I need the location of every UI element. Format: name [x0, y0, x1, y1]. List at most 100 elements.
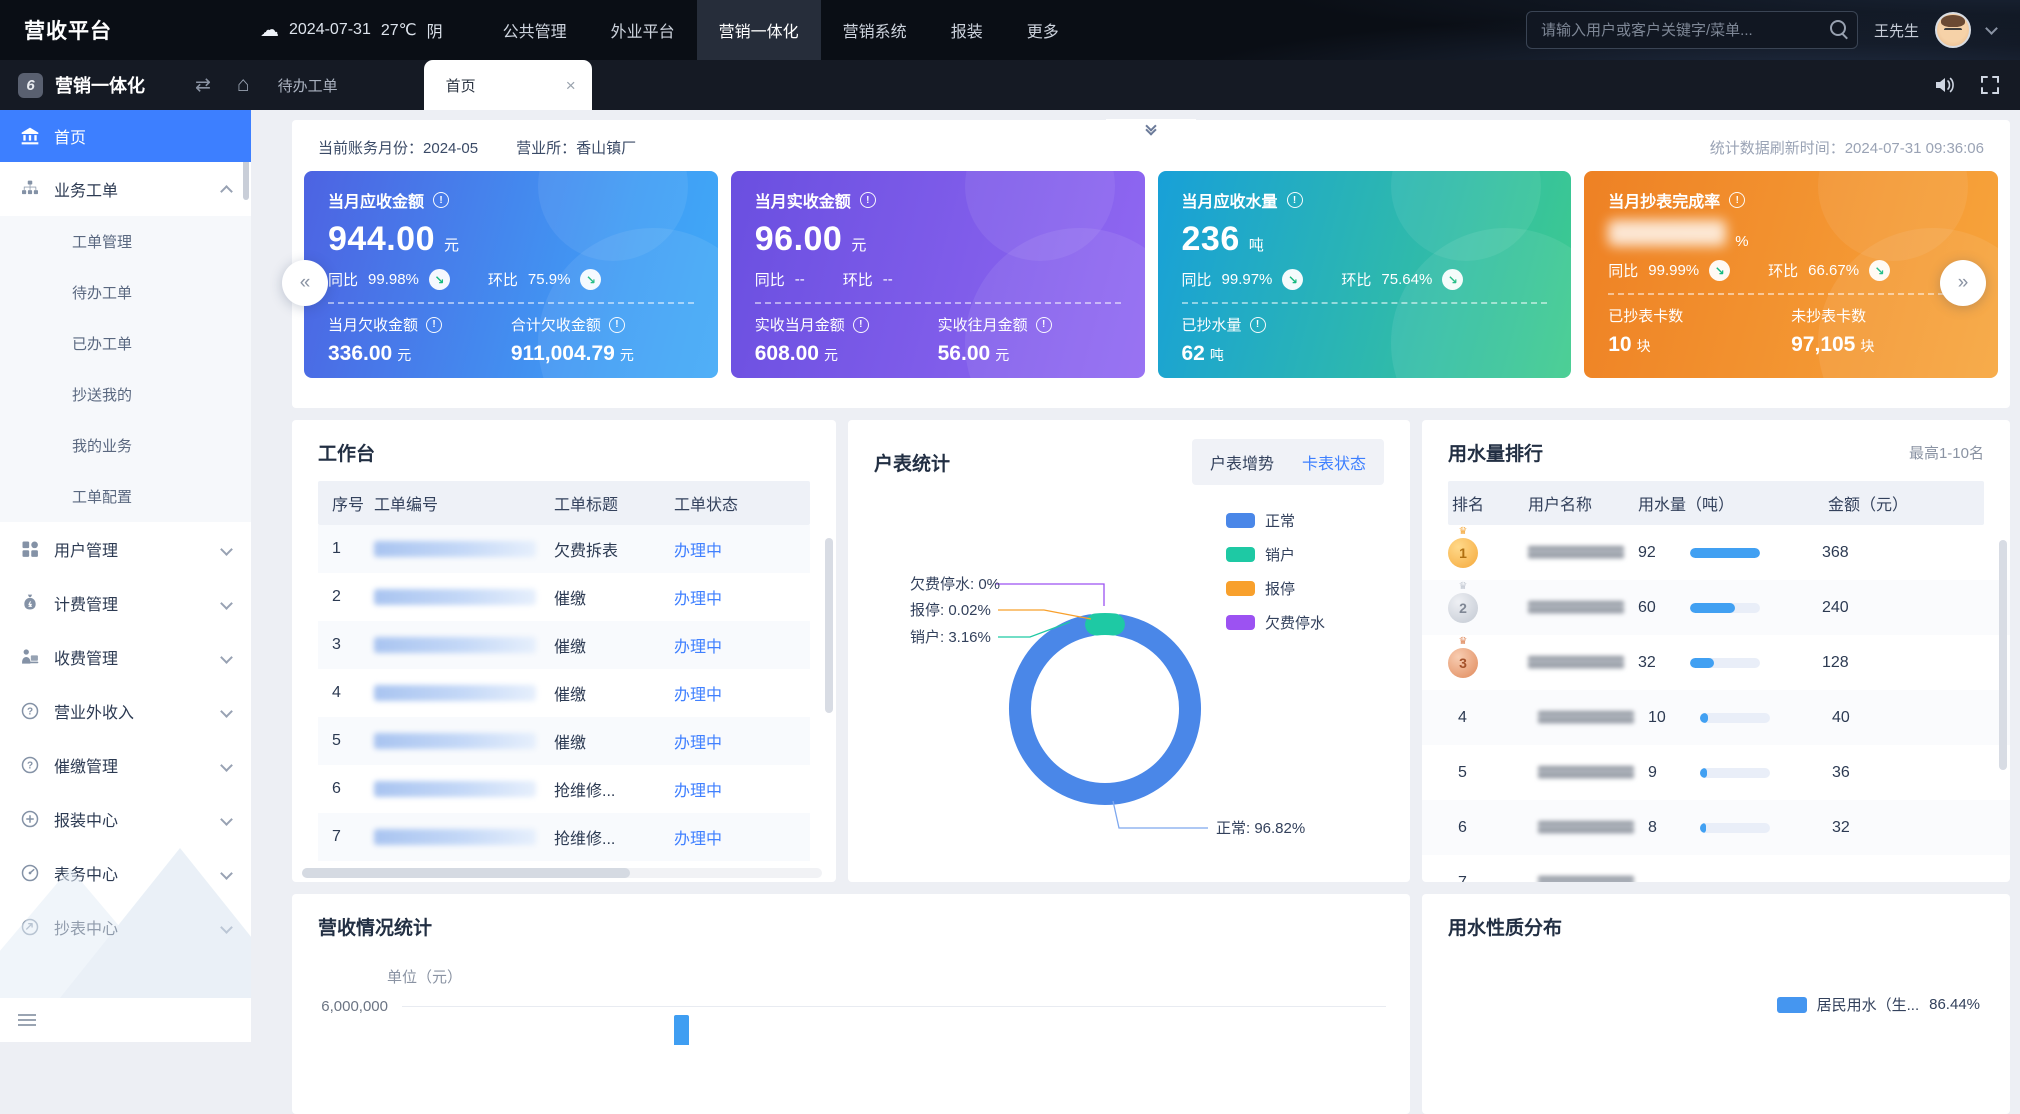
info-icon[interactable]: !	[1250, 317, 1266, 333]
workorder-no-redacted	[374, 685, 554, 701]
water-usage-ranking-panel: 用水量排行 最高1-10名 排名 用户名称 用水量（吨） 金额（元） ♛1 92…	[1422, 420, 2010, 882]
sidebar-item-label: 表务中心	[54, 861, 118, 885]
axis-unit-label: 单位（元）	[387, 966, 462, 987]
weather-condition: 阴	[427, 18, 443, 42]
status-link[interactable]: 办理中	[674, 585, 784, 609]
collapse-menu-icon[interactable]	[18, 1014, 36, 1016]
ranking-row: ♛3 32 128	[1448, 635, 1984, 690]
legend-item-arrears-shutoff[interactable]: 欠费停水	[1226, 610, 1325, 634]
sidebar-subitem-done-orders[interactable]: 已办工单	[0, 318, 251, 369]
status-link[interactable]: 办理中	[674, 681, 784, 705]
nav-item-field-platform[interactable]: 外业平台	[589, 0, 697, 60]
sidebar-subitem-my-business[interactable]: 我的业务	[0, 420, 251, 471]
sidebar-item-meter-affairs-center[interactable]: 表务中心	[0, 846, 251, 900]
carousel-prev-button[interactable]: «	[282, 260, 328, 306]
workorder-row[interactable]: 5 催缴 办理中	[318, 717, 810, 765]
sidebar-subitem-cc-me[interactable]: 抄送我的	[0, 369, 251, 420]
workorder-row[interactable]: 4 催缴 办理中	[318, 669, 810, 717]
revenue-bar[interactable]	[674, 1015, 689, 1045]
nav-item-marketing-integration[interactable]: 营销一体化	[697, 0, 821, 60]
info-icon[interactable]: !	[433, 192, 449, 208]
user-name[interactable]: 王先生	[1874, 20, 1919, 41]
status-link[interactable]: 办理中	[674, 825, 784, 849]
callout-closed: 销户: 3.16%	[910, 629, 991, 646]
nav-item-install[interactable]: 报装	[929, 0, 1005, 60]
sidebar-item-non-operating-income[interactable]: ? 营业外收入	[0, 684, 251, 738]
panel-title: 用水量排行	[1448, 439, 1543, 466]
workbench-table-header: 序号 工单编号 工单标题 工单状态	[318, 481, 810, 525]
gauge-circle-icon	[20, 863, 40, 883]
status-link[interactable]: 办理中	[674, 777, 784, 801]
tab-meter-growth[interactable]: 户表增势	[1210, 450, 1274, 474]
info-icon[interactable]: !	[1036, 317, 1052, 333]
info-icon[interactable]: !	[1287, 192, 1303, 208]
speaker-icon[interactable]	[1934, 75, 1956, 95]
sidebar-item-collection-mgmt[interactable]: ? 催缴管理	[0, 738, 251, 792]
sidebar-item-billing-mgmt[interactable]: 计费管理	[0, 576, 251, 630]
search-input[interactable]	[1526, 11, 1858, 49]
business-office: 营业所：香山镇厂	[516, 137, 636, 158]
avatar[interactable]	[1935, 12, 1971, 48]
carousel-next-button[interactable]: »	[1940, 260, 1986, 306]
info-icon[interactable]: !	[426, 317, 442, 333]
status-link[interactable]: 办理中	[674, 537, 784, 561]
weather-date: 2024-07-31	[289, 21, 371, 39]
tab-card-meter-status[interactable]: 卡表状态	[1302, 450, 1366, 474]
workorder-row[interactable]: 6 抢维修... 办理中	[318, 765, 810, 813]
legend-item-residential-water[interactable]: 居民用水（生... 86.44%	[1777, 994, 1980, 1015]
sidebar-item-home[interactable]: 首页	[0, 110, 251, 162]
usage-bar	[1690, 548, 1788, 558]
legend-item-normal[interactable]: 正常	[1226, 508, 1325, 532]
sidebar-item-install-center[interactable]: 报装中心	[0, 792, 251, 846]
close-icon[interactable]: ×	[566, 77, 576, 94]
fullscreen-icon[interactable]	[1980, 75, 2000, 95]
meter-reading-circle-icon	[20, 917, 40, 937]
nav-item-public-mgmt[interactable]: 公共管理	[481, 0, 589, 60]
status-link[interactable]: 办理中	[674, 729, 784, 753]
nav-item-marketing-system[interactable]: 营销系统	[821, 0, 929, 60]
axis-tick: 6,000,000	[304, 998, 388, 1015]
workorder-row[interactable]: 7 抢维修... 办理中	[318, 813, 810, 861]
meter-stats-panel: 户表统计 户表增势 卡表状态 欠费停水: 0% 报停: 0.02% 销户: 3.…	[848, 420, 1410, 882]
water-nature-panel: 用水性质分布 居民用水（生... 86.44%	[1422, 894, 2010, 1114]
sidebar-item-meter-reading-center[interactable]: 抄表中心	[0, 900, 251, 954]
vertical-scrollbar[interactable]	[1999, 540, 2007, 770]
info-icon[interactable]: !	[853, 317, 869, 333]
panel-title: 工作台	[318, 439, 375, 466]
card-receivable-water: 当月应收水量! 236吨 同比99.97% ↘ 环比75.64% ↘ 已抄水量!…	[1158, 171, 1572, 378]
workorder-row[interactable]: 2 催缴 办理中	[318, 573, 810, 621]
main-content: 当前账务月份：2024-05 营业所：香山镇厂 统计数据刷新时间：2024-07…	[251, 110, 2020, 1042]
sidebar-item-user-mgmt[interactable]: 用户管理	[0, 522, 251, 576]
sidebar-subitem-order-mgmt[interactable]: 工单管理	[0, 216, 251, 267]
sidebar-subitem-todo-orders[interactable]: 待办工单	[0, 267, 251, 318]
tab-home[interactable]: 首页 ×	[424, 60, 592, 110]
workorder-row[interactable]: 3 催缴 办理中	[318, 621, 810, 669]
vertical-scrollbar[interactable]	[825, 538, 833, 713]
collapse-panel-button[interactable]	[1106, 119, 1196, 137]
sidebar-subitem-order-config[interactable]: 工单配置	[0, 471, 251, 522]
cloud-icon: ☁	[260, 19, 279, 42]
search-icon[interactable]	[1830, 20, 1846, 36]
sidebar-item-label: 营业外收入	[54, 699, 134, 723]
user-name-redacted	[1538, 876, 1648, 882]
horizontal-scrollbar[interactable]	[302, 868, 630, 878]
chevron-down-icon[interactable]	[1985, 22, 1998, 35]
sidebar-item-label: 计费管理	[54, 591, 118, 615]
status-link[interactable]: 办理中	[674, 633, 784, 657]
info-icon[interactable]: !	[1729, 192, 1745, 208]
nav-item-more[interactable]: 更多	[1005, 0, 1081, 60]
sidebar-item-business-orders[interactable]: 业务工单	[0, 162, 251, 216]
home-icon[interactable]: ⌂	[237, 73, 250, 97]
quick-link-todo-orders[interactable]: 待办工单	[278, 75, 338, 96]
info-icon[interactable]: !	[860, 192, 876, 208]
info-icon[interactable]: !	[609, 317, 625, 333]
sidebar-item-fee-mgmt[interactable]: 收费管理	[0, 630, 251, 684]
card-value: 236	[1182, 220, 1240, 259]
donut-segment-normal[interactable]	[1020, 625, 1190, 794]
ranking-row: 6 8 32	[1422, 800, 2010, 855]
legend-item-suspended[interactable]: 报停	[1226, 576, 1325, 600]
legend-item-closed[interactable]: 销户	[1226, 542, 1325, 566]
workorder-row[interactable]: 1 欠费拆表 办理中	[318, 525, 810, 573]
switch-module-icon[interactable]: ⇄	[195, 74, 211, 97]
top-bar: 营收平台 ☁ 2024-07-31 27℃ 阴 公共管理 外业平台 营销一体化 …	[0, 0, 2020, 60]
